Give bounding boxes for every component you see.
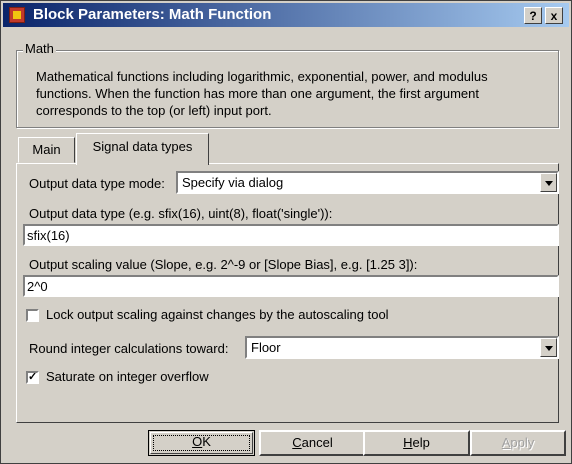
apply-button: Apply bbox=[470, 430, 566, 456]
saturate-checkbox[interactable]: ✓ bbox=[26, 371, 39, 384]
round-label: Round integer calculations toward: bbox=[29, 341, 229, 356]
tab-signal-data-types[interactable]: Signal data types bbox=[76, 133, 209, 165]
saturate-label: Saturate on integer overflow bbox=[46, 369, 209, 384]
dialog-window: Block Parameters: Math Function ? x Math… bbox=[0, 0, 572, 464]
simulink-block-icon bbox=[9, 7, 25, 23]
lock-scaling-label: Lock output scaling against changes by t… bbox=[46, 307, 389, 322]
chevron-down-icon[interactable] bbox=[540, 173, 557, 192]
close-icon[interactable]: x bbox=[545, 7, 563, 24]
math-description: Mathematical functions including logarit… bbox=[36, 69, 488, 118]
tab-main[interactable]: Main bbox=[18, 137, 75, 163]
math-group-label: Math bbox=[23, 41, 56, 56]
output-mode-dropdown[interactable]: Specify via dialog bbox=[176, 171, 559, 194]
lock-scaling-checkbox[interactable] bbox=[26, 309, 39, 322]
cancel-button[interactable]: Cancel bbox=[259, 430, 366, 456]
round-value: Floor bbox=[251, 340, 281, 355]
output-type-label: Output data type (e.g. sfix(16), uint(8)… bbox=[29, 206, 333, 221]
window-title: Block Parameters: Math Function bbox=[33, 6, 272, 23]
output-type-input[interactable]: sfix(16) bbox=[23, 224, 559, 246]
help-title-button[interactable]: ? bbox=[524, 7, 542, 24]
chevron-down-icon[interactable] bbox=[540, 338, 557, 357]
round-dropdown[interactable]: Floor bbox=[245, 336, 559, 359]
title-bar[interactable]: Block Parameters: Math Function ? x bbox=[3, 3, 569, 27]
output-mode-label: Output data type mode: bbox=[29, 176, 165, 191]
ok-button[interactable]: OK bbox=[148, 430, 255, 456]
help-button[interactable]: Help bbox=[363, 430, 470, 456]
output-mode-value: Specify via dialog bbox=[182, 175, 284, 190]
output-scaling-input[interactable]: 2^0 bbox=[23, 275, 559, 297]
output-scaling-label: Output scaling value (Slope, e.g. 2^-9 o… bbox=[29, 257, 418, 272]
